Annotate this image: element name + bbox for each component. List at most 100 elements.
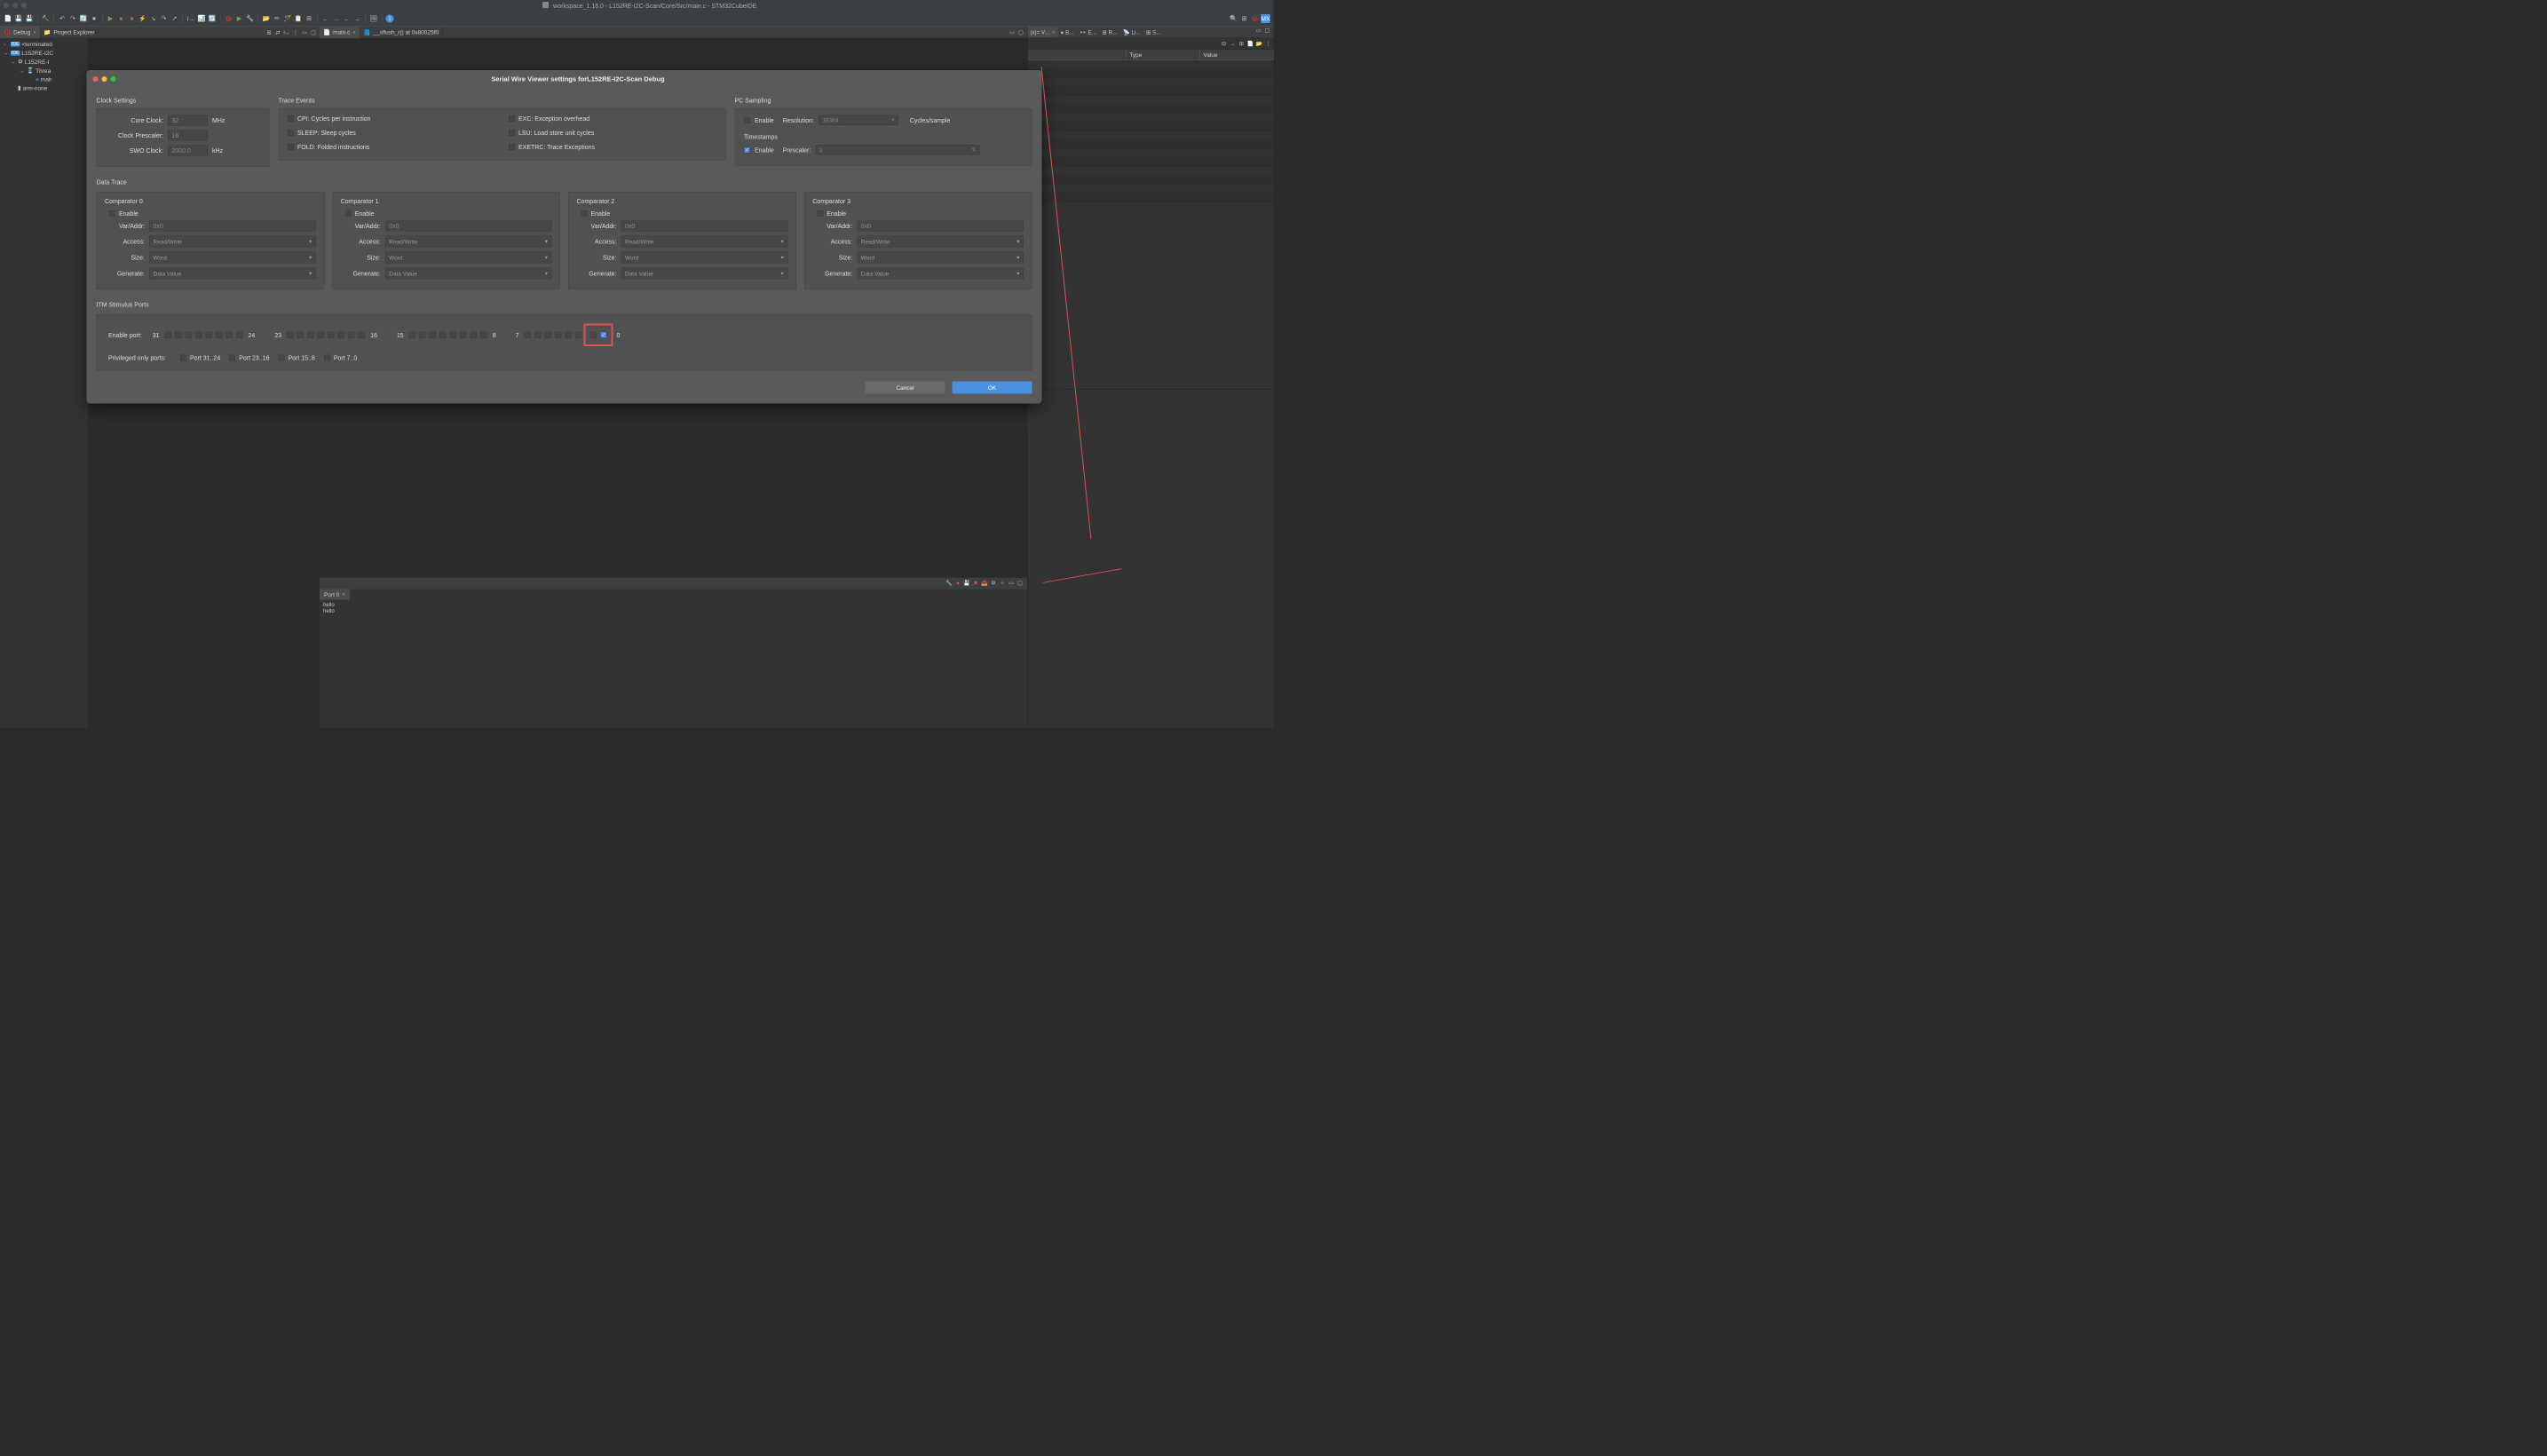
info-icon[interactable]: i xyxy=(386,14,394,22)
breakpoints-tab[interactable]: ●B… xyxy=(1058,27,1078,38)
close-dot[interactable] xyxy=(4,3,9,8)
port-7-checkbox[interactable] xyxy=(524,332,531,339)
debug-tab[interactable]: 🐞 Debug × xyxy=(0,27,40,38)
next-icon[interactable]: → xyxy=(353,14,362,23)
port-25-checkbox[interactable] xyxy=(226,332,233,339)
port-6-checkbox[interactable] xyxy=(534,332,542,339)
export-icon[interactable]: 📤 xyxy=(981,580,988,587)
step-into-icon[interactable]: ↘ xyxy=(149,14,158,23)
pc-enable-checkbox[interactable] xyxy=(744,117,750,123)
comp-0-var-input[interactable] xyxy=(149,221,316,232)
variables-icon[interactable]: 📊 xyxy=(197,14,206,23)
comp-0-enable-checkbox[interactable] xyxy=(109,210,115,217)
resume-icon[interactable]: ▶ xyxy=(107,14,115,23)
comp-3-enable-checkbox[interactable] xyxy=(817,210,823,217)
screenshot-icon[interactable]: 🖼 xyxy=(369,14,378,23)
perspective-icon[interactable]: ⊞ xyxy=(1240,14,1249,23)
comp-3-access-select[interactable]: Read/Write▾ xyxy=(857,236,1024,248)
table-row[interactable] xyxy=(1028,60,1274,69)
comp-2-enable-checkbox[interactable] xyxy=(581,210,588,217)
comp-1-access-select[interactable]: Read/Write▾ xyxy=(385,236,552,248)
suspend-icon[interactable]: ⏸ xyxy=(117,14,126,23)
editor-main-tab[interactable]: 📄 main.c × xyxy=(320,27,360,38)
comp-0-access-select[interactable]: Read/Write▾ xyxy=(149,236,316,248)
minimize-icon[interactable]: ▭ xyxy=(1255,27,1262,34)
port-24-checkbox[interactable] xyxy=(236,332,243,339)
window-controls[interactable] xyxy=(4,3,27,8)
pencil-icon[interactable]: ✏ xyxy=(273,14,281,23)
comp-2-generate-select[interactable]: Data Value▾ xyxy=(621,268,788,280)
comp-3-size-select[interactable]: Word▾ xyxy=(857,252,1024,264)
comp-2-size-select[interactable]: Word▾ xyxy=(621,252,788,264)
comp-1-enable-checkbox[interactable] xyxy=(345,210,352,217)
open-icon[interactable]: 📂 xyxy=(1256,40,1263,47)
build-icon[interactable]: 🔨 xyxy=(42,14,51,23)
layout-icon[interactable]: ⊞ xyxy=(1238,40,1246,47)
disconnect-icon[interactable]: ⚡ xyxy=(138,14,147,23)
tree-thread[interactable]: ⌄🧵Threa xyxy=(2,67,87,75)
maximize-dot[interactable] xyxy=(111,76,116,82)
comp-2-access-select[interactable]: Read/Write▾ xyxy=(621,236,788,248)
minimize-icon[interactable]: ▭ xyxy=(1009,28,1016,36)
reset-icon[interactable]: 🔃 xyxy=(208,14,217,23)
step-icon[interactable]: i→ xyxy=(283,28,290,36)
terminate-icon[interactable]: ⏹ xyxy=(128,14,137,23)
port-16-checkbox[interactable] xyxy=(359,332,366,339)
timestamps-enable-checkbox[interactable] xyxy=(744,146,750,153)
list-icon[interactable]: 📋 xyxy=(294,14,303,23)
table-row[interactable] xyxy=(1028,96,1274,105)
vars-col-type[interactable]: Type xyxy=(1126,50,1199,60)
port-5-checkbox[interactable] xyxy=(544,332,551,339)
port-31-checkbox[interactable] xyxy=(165,332,172,339)
toggle-icon[interactable]: ⊞ xyxy=(305,14,313,23)
port-9-checkbox[interactable] xyxy=(471,332,478,339)
exc-checkbox[interactable] xyxy=(509,115,515,122)
variables-tab[interactable]: (x)=V…× xyxy=(1028,27,1058,38)
run-icon[interactable]: ▶ xyxy=(235,14,244,23)
port-13-checkbox[interactable] xyxy=(430,332,437,339)
close-dot[interactable] xyxy=(93,76,99,82)
port-8-checkbox[interactable] xyxy=(480,332,487,339)
port-27-checkbox[interactable] xyxy=(206,332,213,339)
core-clock-input[interactable] xyxy=(168,115,208,126)
clock-prescaler-input[interactable] xyxy=(168,131,208,141)
minimize-dot[interactable] xyxy=(102,76,107,82)
port-4-checkbox[interactable] xyxy=(555,332,562,339)
port-20-checkbox[interactable] xyxy=(318,332,325,339)
step-return-icon[interactable]: ↗ xyxy=(170,14,179,23)
view-menu-icon[interactable]: ⊞ xyxy=(265,28,273,36)
port-2-checkbox[interactable] xyxy=(575,332,582,339)
sfr-tab[interactable]: ⊞S… xyxy=(1143,27,1164,38)
port-29-checkbox[interactable] xyxy=(186,332,193,339)
priv-31-24-checkbox[interactable] xyxy=(180,355,186,361)
priv-15-8-checkbox[interactable] xyxy=(278,355,284,361)
port-19-checkbox[interactable] xyxy=(328,332,335,339)
ok-button[interactable]: OK xyxy=(953,382,1032,394)
maximize-dot[interactable] xyxy=(21,3,27,8)
c-perspective-icon[interactable]: MX xyxy=(1262,14,1270,23)
tree-main[interactable]: ≡mair xyxy=(2,75,87,84)
table-row[interactable] xyxy=(1028,176,1274,185)
port-14-checkbox[interactable] xyxy=(419,332,426,339)
close-icon[interactable]: × xyxy=(33,29,36,36)
tree-project[interactable]: ⌄IDEL152RE-I2C xyxy=(2,49,87,58)
forward-icon[interactable]: → xyxy=(332,14,341,23)
lsu-checkbox[interactable] xyxy=(509,130,515,136)
table-row[interactable] xyxy=(1028,87,1274,96)
table-row[interactable] xyxy=(1028,140,1274,149)
table-row[interactable] xyxy=(1028,78,1274,87)
comp-0-generate-select[interactable]: Data Value▾ xyxy=(149,268,316,280)
save-icon[interactable]: 💾 xyxy=(963,580,970,587)
comp-3-var-input[interactable] xyxy=(857,221,1024,232)
tree-terminated[interactable]: ›IDE<terminated xyxy=(2,40,87,49)
prev-icon[interactable]: ← xyxy=(343,14,352,23)
collapse-icon[interactable]: ⊟ xyxy=(1221,40,1228,47)
tree-exe[interactable]: ⌄⚙L152RE-I xyxy=(2,58,87,67)
port-30-checkbox[interactable] xyxy=(175,332,182,339)
table-row[interactable] xyxy=(1028,167,1274,176)
port-0-checkbox[interactable] xyxy=(600,332,607,339)
live-tab[interactable]: 📡Li… xyxy=(1120,27,1143,38)
port-12-checkbox[interactable] xyxy=(439,332,447,339)
sleep-checkbox[interactable] xyxy=(288,130,294,136)
menu-icon[interactable]: ⋮ xyxy=(1265,40,1272,47)
